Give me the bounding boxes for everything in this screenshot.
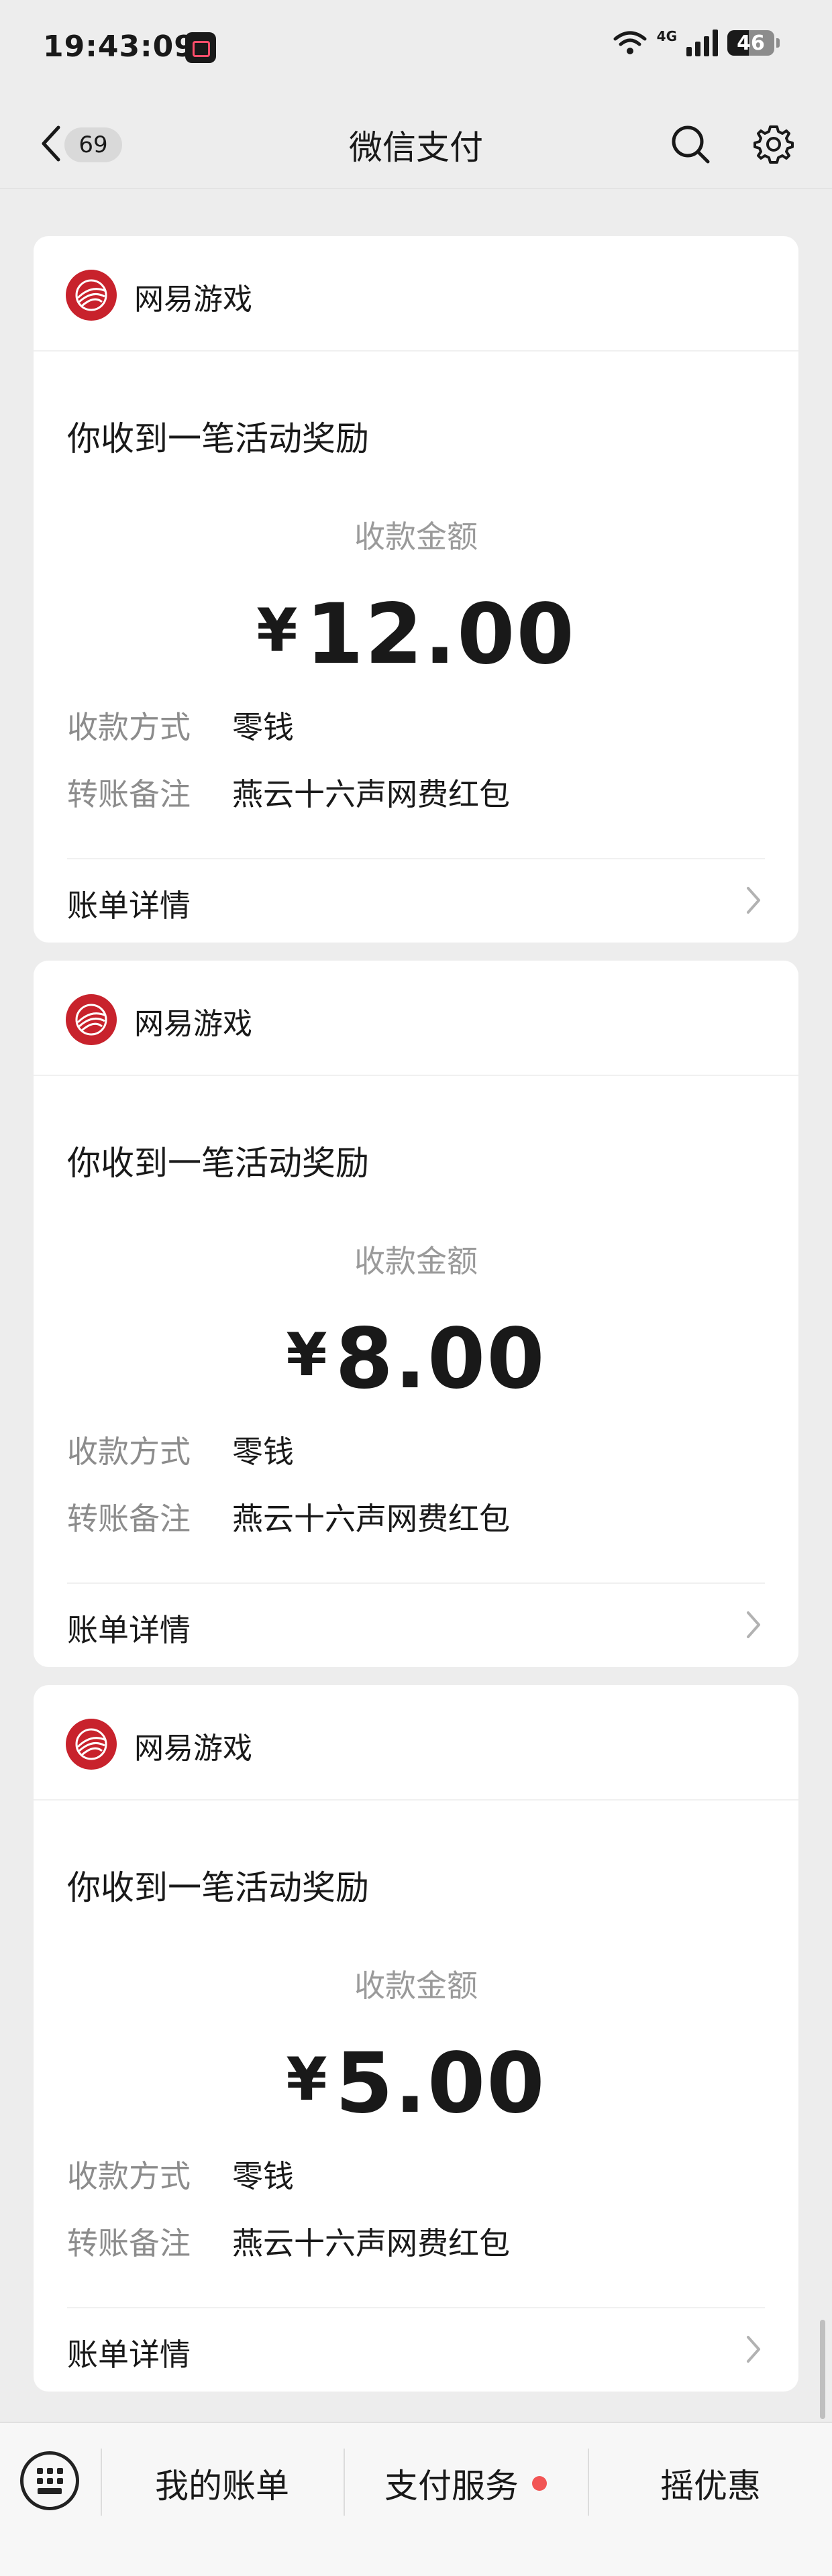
payment-method-value: 零钱	[232, 2158, 294, 2194]
amount-value: ¥12.00	[34, 586, 798, 683]
battery-level-text: 46	[737, 31, 765, 55]
system-indicators: 4G 46	[613, 28, 780, 56]
payment-card: 网易游戏 你收到一笔活动奖励 收款金额 ¥12.00 收款方式 零钱 转账备注 …	[34, 236, 798, 943]
transfer-note-label: 转账备注	[67, 2225, 191, 2261]
payment-method-label: 收款方式	[67, 2158, 191, 2194]
transfer-note-value: 燕云十六声网费红包	[232, 1501, 510, 1537]
menu-payment-services-label: 支付服务	[384, 2467, 519, 2506]
bill-details-link[interactable]: 账单详情	[67, 1606, 191, 1650]
status-time: 19:43:09	[43, 30, 195, 64]
payment-method-value: 零钱	[232, 1434, 294, 1470]
search-button[interactable]	[667, 121, 714, 168]
payment-method-label: 收款方式	[67, 709, 191, 745]
search-icon	[672, 125, 710, 164]
merchant-name: 网易游戏	[134, 1007, 252, 1041]
message-headline: 你收到一笔活动奖励	[67, 1868, 369, 1907]
bill-details-link[interactable]: 账单详情	[67, 881, 191, 926]
transfer-note-value: 燕云十六声网费红包	[232, 776, 510, 812]
payment-method-row: 收款方式 零钱	[67, 703, 294, 747]
transfer-note-row: 转账备注 燕云十六声网费红包	[67, 770, 510, 814]
chevron-right-icon[interactable]	[737, 1605, 770, 1645]
menu-payment-services[interactable]: 支付服务	[345, 2450, 586, 2517]
amount-label: 收款金额	[354, 519, 478, 555]
netease-logo-mark	[75, 1004, 107, 1036]
payment-method-row: 收款方式 零钱	[67, 1428, 294, 1472]
transfer-note-row: 转账备注 燕云十六声网费红包	[67, 1495, 510, 1539]
transfer-note-value: 燕云十六声网费红包	[232, 2225, 510, 2261]
amount-label: 收款金额	[354, 1968, 478, 2004]
payment-card: 网易游戏 你收到一笔活动奖励 收款金额 ¥8.00 收款方式 零钱 转账备注 燕…	[34, 961, 798, 1667]
netease-logo-mark	[75, 279, 107, 311]
amount-value: ¥5.00	[34, 2035, 798, 2132]
card-header: 网易游戏	[34, 961, 798, 1076]
navigation-bar: 69 微信支付	[0, 101, 832, 188]
card-divider	[67, 2307, 765, 2308]
card-divider	[67, 858, 765, 859]
currency-symbol: ¥	[286, 2045, 329, 2114]
settings-button[interactable]	[750, 121, 797, 168]
payment-card: 网易游戏 你收到一笔活动奖励 收款金额 ¥5.00 收款方式 零钱 转账备注 燕…	[34, 1685, 798, 2392]
transfer-note-label: 转账备注	[67, 1501, 191, 1537]
bill-details-link[interactable]: 账单详情	[67, 2330, 191, 2375]
amount-value: ¥8.00	[34, 1311, 798, 1407]
merchant-name: 网易游戏	[134, 1731, 252, 1766]
currency-symbol: ¥	[256, 596, 299, 665]
netease-logo-icon	[66, 270, 117, 321]
network-type: 4G	[656, 28, 677, 44]
keyboard-icon[interactable]	[20, 2451, 79, 2510]
signal-icon	[686, 30, 718, 56]
netease-logo-mark	[75, 1728, 107, 1760]
menu-my-bills[interactable]: 我的账单	[102, 2450, 342, 2517]
card-header: 网易游戏	[34, 1685, 798, 1801]
chevron-right-icon[interactable]	[737, 880, 770, 920]
notification-dot	[532, 2476, 547, 2491]
wifi-icon	[613, 31, 647, 54]
payment-method-label: 收款方式	[67, 1434, 191, 1470]
bottom-menu-bar: 我的账单 支付服务 摇优惠	[0, 2422, 832, 2576]
message-headline: 你收到一笔活动奖励	[67, 419, 369, 458]
payment-method-row: 收款方式 零钱	[67, 2152, 294, 2196]
transfer-note-row: 转账备注 燕云十六声网费红包	[67, 2219, 510, 2263]
amount-number: 8.00	[335, 1311, 546, 1407]
amount-number: 5.00	[335, 2035, 546, 2132]
card-divider	[67, 1582, 765, 1584]
amount-number: 12.00	[305, 586, 576, 683]
currency-symbol: ¥	[286, 1320, 329, 1389]
card-header: 网易游戏	[34, 236, 798, 352]
payment-method-value: 零钱	[232, 709, 294, 745]
merchant-name: 网易游戏	[134, 282, 252, 317]
status-bar: 19:43:09 4G 46	[0, 0, 832, 101]
netease-logo-icon	[66, 1719, 117, 1770]
chevron-right-icon[interactable]	[737, 2329, 770, 2369]
gear-icon	[753, 125, 794, 164]
message-headline: 你收到一笔活动奖励	[67, 1144, 369, 1183]
battery-icon: 46	[727, 30, 780, 56]
netease-logo-icon	[66, 994, 117, 1045]
screen-record-icon	[185, 32, 216, 63]
transfer-note-label: 转账备注	[67, 776, 191, 812]
nav-divider	[0, 188, 832, 189]
menu-shake-offers[interactable]: 摇优惠	[589, 2450, 832, 2517]
scrollbar[interactable]	[820, 2320, 825, 2419]
amount-label: 收款金额	[354, 1243, 478, 1279]
